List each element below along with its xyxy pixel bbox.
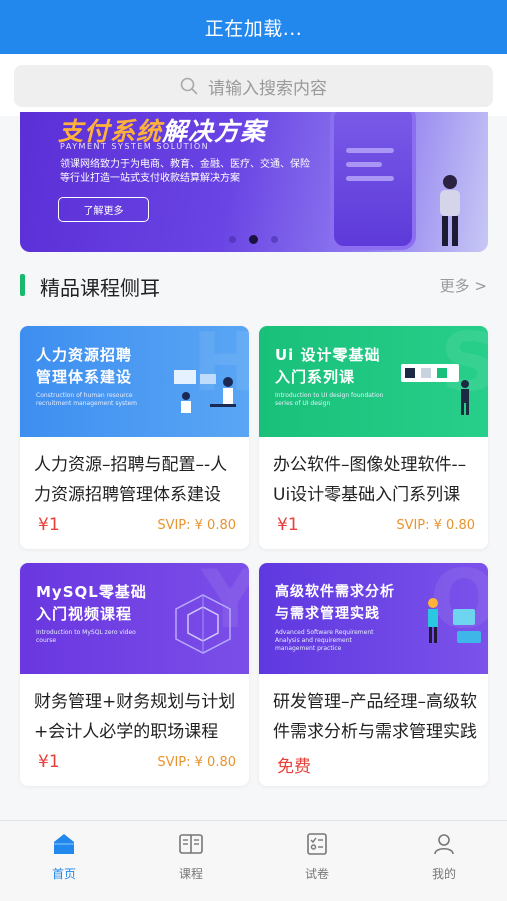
banner-dot-active[interactable] (249, 235, 258, 244)
database-illustration (175, 594, 231, 654)
thumbnail-subtitle: Advanced Software Requirement Analysis a… (275, 629, 374, 652)
exam-paper-icon (307, 833, 327, 855)
header-title: 正在加载... (204, 17, 303, 40)
person-illustration (440, 175, 460, 246)
course-card[interactable]: O 高级软件需求分析 与需求管理实践 Advanced Software Requ… (259, 563, 488, 786)
book-icon (179, 834, 203, 854)
course-title: 研发管理–产品经理–高级软件需求分析与需求管理实践 (273, 692, 477, 742)
course-card[interactable]: Y MySQL零基础 入门视频课程 Introduction to MySQL z… (20, 563, 249, 786)
section-header: 精品课程侧耳 更多 > (0, 262, 507, 308)
search-placeholder: 请输入搜索内容 (208, 78, 327, 99)
app-header: 正在加载... (0, 0, 507, 54)
thumbnail-title: MySQL零基础 入门视频课程 (36, 583, 147, 623)
banner-dot[interactable] (229, 236, 236, 243)
thumbnail-subtitle: Introduction to MySQL zero video course (36, 629, 136, 644)
course-thumbnail: Y MySQL零基础 入门视频课程 Introduction to MySQL z… (20, 563, 249, 674)
tab-label: 我的 (431, 867, 456, 881)
banner-description: 领课网络致力于为电商、教育、金融、医疗、交通、保险等行业打造一站式支付收款结算解… (60, 159, 310, 184)
course-price: ¥1 (277, 515, 299, 535)
home-icon (54, 834, 74, 854)
tab-label: 试卷 (304, 867, 329, 881)
banner-pagination (229, 235, 278, 244)
tab-courses[interactable]: 课程 (151, 829, 231, 889)
promo-banner[interactable]: 支付系统解决方案 PAYMENT SYSTEM SOLUTION 领课网络致力于… (20, 112, 488, 252)
course-title: 财务管理+财务规划与计划+会计人必学的职场课程 (34, 692, 236, 742)
design-illustration (401, 364, 469, 415)
desk-illustration (174, 370, 236, 413)
svip-price: SVIP: ¥ 0.80 (157, 518, 236, 533)
bottom-tab-bar: 首页 课程 试卷 我的 (0, 820, 507, 901)
thumbnail-title: Ui 设计零基础 入门系列课 (275, 346, 381, 386)
course-thumbnail: S Ui 设计零基础 入门系列课 Introduction to UI desig… (259, 326, 488, 437)
course-thumbnail: H 人力资源招聘 管理体系建设 Construction of human res… (20, 326, 249, 437)
phone-illustration (330, 112, 416, 250)
more-link[interactable]: 更多 > (440, 275, 487, 296)
learn-more-button[interactable]: 了解更多 (58, 197, 149, 222)
section-title: 精品课程侧耳 (40, 276, 160, 300)
course-price: ¥1 (38, 515, 60, 535)
search-input[interactable]: 请输入搜索内容 (14, 65, 493, 107)
svip-price: SVIP: ¥ 0.80 (396, 518, 475, 533)
svip-price: SVIP: ¥ 0.80 (157, 755, 236, 770)
thumbnail-subtitle: Introduction to UI design foundation ser… (275, 392, 384, 407)
tab-label: 课程 (178, 867, 203, 881)
search-bar-container: 请输入搜索内容 (0, 54, 507, 116)
content-bottom-spacer (0, 800, 507, 820)
tab-profile[interactable]: 我的 (404, 829, 484, 889)
tab-label: 首页 (51, 867, 76, 881)
user-icon (434, 834, 454, 855)
course-title: 人力资源–招聘与配置–-人力资源招聘管理体系建设 (34, 455, 228, 505)
tab-exam[interactable]: 试卷 (277, 829, 357, 889)
course-price: 免费 (277, 757, 311, 777)
banner-subtitle: PAYMENT SYSTEM SOLUTION (60, 142, 210, 151)
banner-dot[interactable] (271, 236, 278, 243)
analysis-illustration (428, 598, 481, 643)
course-price: ¥1 (38, 752, 60, 772)
thumbnail-title: 高级软件需求分析 与需求管理实践 (275, 584, 395, 622)
course-card[interactable]: S Ui 设计零基础 入门系列课 Introduction to UI desig… (259, 326, 488, 549)
course-card[interactable]: H 人力资源招聘 管理体系建设 Construction of human res… (20, 326, 249, 549)
tab-home[interactable]: 首页 (24, 829, 104, 889)
course-thumbnail: O 高级软件需求分析 与需求管理实践 Advanced Software Requ… (259, 563, 488, 674)
section-accent-bar (20, 274, 25, 296)
thumbnail-title: 人力资源招聘 管理体系建设 (36, 346, 133, 386)
thumbnail-subtitle: Construction of human resource recruitme… (36, 392, 138, 407)
course-title: 办公软件–图像处理软件-–Ui设计零基础入门系列课 (273, 455, 467, 505)
search-icon (180, 77, 198, 95)
